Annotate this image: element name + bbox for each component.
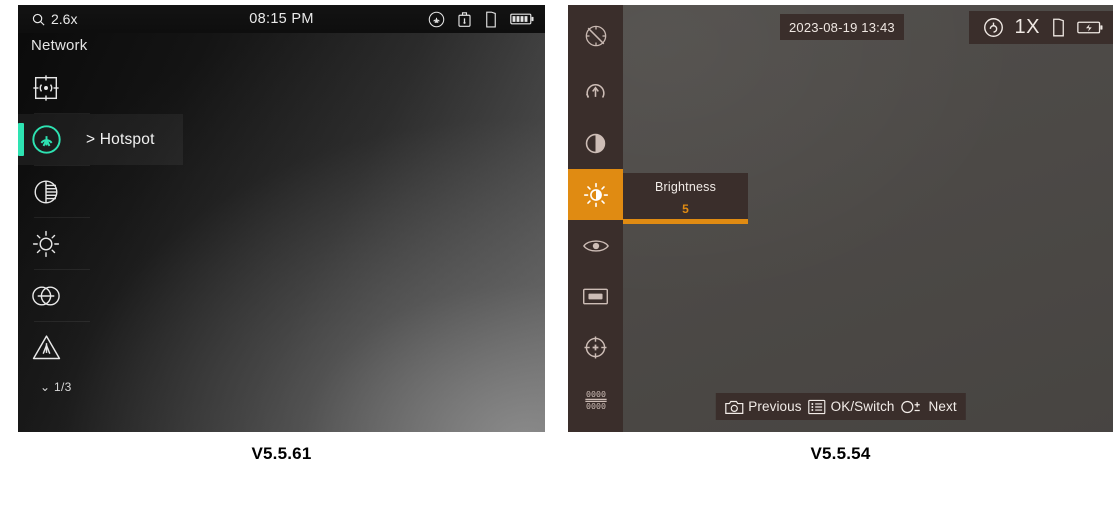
sidebar-item-eye[interactable] — [568, 220, 623, 271]
calibration-ffc-icon — [583, 80, 608, 105]
selection-marker — [18, 123, 24, 156]
svg-text:0000: 0000 — [586, 401, 606, 410]
usb-icon — [457, 11, 472, 28]
right-panel-caption: V5.5.54 — [810, 444, 871, 463]
sidebar-item-screen[interactable] — [568, 271, 623, 322]
brightness-slider-fill — [623, 219, 686, 224]
picture-in-picture-icon — [18, 282, 74, 310]
comparison-figure: 2.6x 08:15 PM Network > Hotspot ⌄ 1/3 V5… — [0, 0, 1113, 505]
sidebar-item-contrast[interactable] — [568, 118, 623, 169]
sd-card-icon — [1051, 18, 1066, 37]
warning-triangle-icon — [18, 333, 74, 362]
reticle-crosshair-icon — [582, 334, 609, 361]
left-menu: Network > Hotspot ⌄ 1/3 — [18, 37, 183, 394]
sidebar-item-calibration[interactable] — [18, 62, 183, 113]
magnification-label: 1X — [1014, 16, 1040, 38]
toolbar-previous[interactable]: Previous — [724, 399, 802, 415]
brightness-sun-icon — [583, 182, 609, 208]
left-zoom-indicator: 2.6x — [31, 11, 77, 27]
contrast-icon — [18, 177, 74, 207]
magnification-icon — [983, 17, 1004, 38]
brightness-popup-value: 5 — [682, 202, 689, 216]
sidebar-item-pip[interactable] — [18, 270, 183, 321]
menu-title: Network — [31, 37, 88, 54]
chevron-down-icon: ⌄ — [40, 380, 51, 394]
svg-text:0000: 0000 — [586, 389, 606, 399]
toolbar-previous-label: Previous — [748, 399, 802, 414]
sidebar-item-digital-readout[interactable]: 0000 0000 — [568, 373, 623, 424]
brightness-slider-track[interactable] — [623, 219, 748, 224]
left-status-bar: 2.6x 08:15 PM — [18, 5, 545, 33]
brightness-popup: Brightness 5 — [623, 173, 748, 224]
toolbar-ok-switch-label: OK/Switch — [830, 399, 895, 414]
toolbar-ok-switch[interactable]: OK/Switch — [808, 399, 895, 415]
left-clock: 08:15 PM — [249, 11, 314, 27]
eye-icon — [582, 236, 610, 256]
page-indicator-label: 1/3 — [54, 380, 72, 394]
right-bottom-toolbar: Previous OK/Switch Next — [715, 393, 966, 420]
hotspot-icon — [18, 124, 74, 155]
sidebar-item-contrast[interactable] — [18, 166, 183, 217]
compass-disabled-icon — [568, 5, 623, 67]
page-indicator: ⌄ 1/3 — [40, 380, 183, 394]
sidebar-item-brightness[interactable] — [18, 218, 183, 269]
brightness-sun-icon — [18, 229, 74, 259]
battery-icon — [510, 12, 534, 26]
sidebar-item-brightness[interactable] — [568, 169, 623, 220]
camera-icon — [724, 399, 743, 415]
hotspot-icon — [428, 11, 445, 28]
zoom-plusminus-icon — [900, 399, 924, 415]
battery-charging-icon — [1077, 20, 1103, 35]
left-zoom-label: 2.6x — [51, 11, 78, 27]
right-status-icons: 1X — [968, 11, 1113, 44]
sidebar-item-hotspot-label: > Hotspot — [86, 130, 155, 148]
sd-card-icon — [484, 11, 498, 28]
contrast-icon — [583, 131, 608, 156]
device-screen-v55554: 2023-08-19 13:43 1X 0000 0000 Brightness… — [568, 5, 1113, 432]
list-menu-icon — [808, 399, 826, 415]
digital-readout-icon: 0000 0000 — [583, 388, 609, 410]
left-panel-caption: V5.5.61 — [251, 444, 312, 463]
calibration-ffc-icon — [18, 73, 74, 103]
magnifier-icon — [31, 12, 46, 27]
screen-rectangle-icon — [582, 287, 609, 306]
sidebar-item-reticle[interactable] — [568, 322, 623, 373]
sidebar-item-hotspot[interactable]: > Hotspot — [18, 114, 183, 165]
device-screen-v55561: 2.6x 08:15 PM Network > Hotspot ⌄ 1/3 — [18, 5, 545, 432]
toolbar-next-label: Next — [928, 399, 957, 414]
brightness-popup-title: Brightness — [654, 180, 717, 194]
right-clock: 2023-08-19 13:43 — [780, 14, 904, 40]
sidebar-item-calibration[interactable] — [568, 67, 623, 118]
sidebar-item-warning[interactable] — [18, 322, 183, 373]
toolbar-next[interactable]: Next — [900, 399, 957, 415]
right-sidebar: 0000 0000 — [568, 67, 623, 432]
left-status-icons — [428, 11, 534, 28]
